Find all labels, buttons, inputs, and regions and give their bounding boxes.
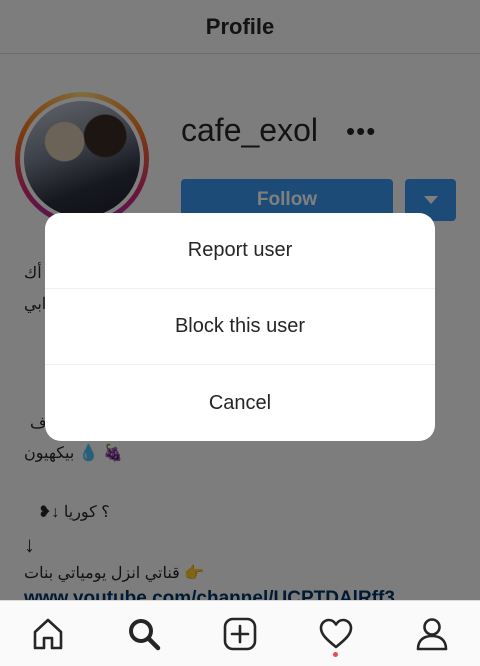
search-icon <box>129 618 161 650</box>
notification-dot <box>333 651 338 657</box>
add-post-icon <box>223 617 257 650</box>
user-options-dialog: Report user Block this user Cancel <box>45 213 435 441</box>
cancel-button[interactable]: Cancel <box>45 365 435 441</box>
block-user-button[interactable]: Block this user <box>45 289 435 365</box>
tab-profile[interactable] <box>402 609 462 659</box>
tab-new-post[interactable] <box>210 609 270 659</box>
tab-search[interactable] <box>114 609 174 659</box>
tab-home[interactable] <box>18 609 78 659</box>
profile-icon <box>416 617 448 650</box>
tab-activity[interactable] <box>306 609 366 659</box>
activity-heart-icon <box>319 618 353 648</box>
bottom-tab-bar <box>0 600 480 666</box>
home-icon <box>33 618 63 649</box>
report-user-button[interactable]: Report user <box>45 213 435 289</box>
